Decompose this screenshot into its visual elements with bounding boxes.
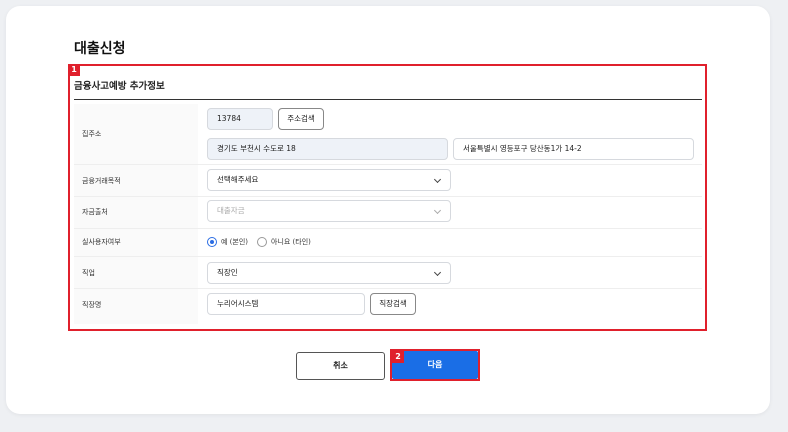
workplace-search-button[interactable]: 직장검색 — [370, 293, 416, 315]
next-badge: 2 — [392, 351, 404, 363]
radio-selected-icon[interactable] — [207, 237, 217, 247]
address-label: 집주소 — [82, 130, 102, 138]
section-badge: 1 — [68, 64, 80, 76]
fund-source-select[interactable]: 대출자금 — [207, 200, 451, 222]
purpose-select[interactable]: 선택해주세요 — [207, 169, 451, 191]
purpose-label: 금융거래목적 — [82, 177, 121, 185]
page-title: 대출신청 — [74, 41, 126, 57]
fund-source-label: 자금출처 — [82, 208, 108, 216]
road-address-input[interactable]: 경기도 부천시 수도로 18 — [207, 138, 448, 160]
purpose-select-value: 선택해주세요 — [217, 175, 259, 184]
radio-option-no-label: 아니요 (타인) — [271, 238, 311, 246]
fund-source-select-value: 대출자금 — [217, 206, 245, 215]
row-divider — [74, 164, 702, 165]
radio-option-no[interactable]: 아니요 (타인) — [257, 237, 311, 247]
beneficial-owner-label: 실사용자여부 — [82, 238, 121, 246]
job-select[interactable]: 직장인 — [207, 262, 451, 284]
job-select-value: 직장인 — [217, 268, 238, 277]
chevron-down-icon — [433, 268, 442, 277]
row-divider — [74, 196, 702, 197]
cancel-button[interactable]: 취소 — [296, 352, 385, 380]
postcode-input[interactable]: 13784 — [207, 108, 273, 130]
detail-address-input[interactable]: 서울특별시 영등포구 당산동1가 14-2 — [453, 138, 694, 160]
next-highlight: 2 — [390, 349, 480, 381]
chevron-down-icon — [433, 206, 442, 215]
radio-option-yes-label: 예 (본인) — [221, 238, 249, 246]
beneficial-owner-radio-group: 예 (본인) 아니요 (타인) — [207, 236, 320, 248]
row-divider — [74, 256, 702, 257]
section-title: 금융사고예방 추가정보 — [74, 81, 165, 92]
workplace-input[interactable]: 누리어시스템 — [207, 293, 365, 315]
address-search-button[interactable]: 주소검색 — [278, 108, 324, 130]
workplace-label: 직장명 — [82, 301, 102, 309]
section-divider — [74, 99, 702, 100]
row-divider — [74, 288, 702, 289]
radio-unselected-icon[interactable] — [257, 237, 268, 247]
radio-option-yes[interactable]: 예 (본인) — [207, 237, 248, 247]
chevron-down-icon — [433, 175, 442, 184]
job-label: 직업 — [82, 269, 95, 277]
row-divider — [74, 228, 702, 229]
